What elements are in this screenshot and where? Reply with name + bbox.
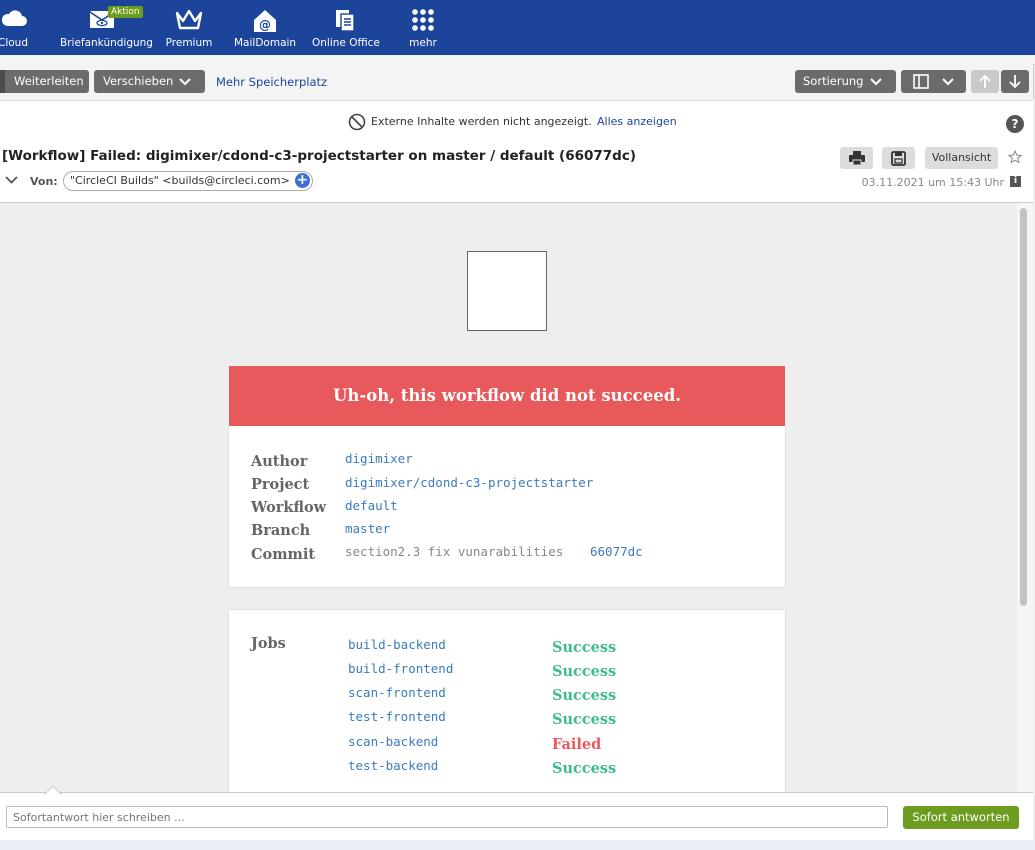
topnav-maildomain[interactable]: @ MailDomain bbox=[234, 0, 296, 55]
save-button[interactable] bbox=[882, 147, 915, 169]
jobs-card: Jobs build-backend Success build-fronten… bbox=[228, 609, 786, 792]
detail-value-project[interactable]: digimixer/cdond-c3-projectstarter bbox=[345, 475, 593, 490]
arrow-up-icon bbox=[979, 74, 991, 97]
topnav-cloud[interactable]: Cloud bbox=[0, 0, 30, 55]
move-button[interactable]: Verschieben bbox=[94, 70, 205, 93]
info-icon[interactable]: i bbox=[1010, 176, 1021, 187]
chevron-down-icon bbox=[869, 74, 883, 97]
detail-label-branch: Branch bbox=[251, 522, 311, 539]
print-button[interactable] bbox=[840, 147, 873, 169]
sort-button[interactable]: Sortierung bbox=[795, 70, 896, 93]
topnav-label-premium: Premium bbox=[165, 37, 213, 49]
previous-mail-button[interactable] bbox=[971, 70, 999, 93]
topnav-label-mehr: mehr bbox=[409, 37, 437, 49]
detail-label-commit: Commit bbox=[251, 546, 316, 563]
quick-reply-send-button[interactable]: Sofort antworten bbox=[903, 806, 1019, 829]
mail-date: 03.11.2021 um 15:43 Uhr bbox=[861, 176, 1004, 189]
external-content-bar: Externe Inhalte werden nicht angezeigt. … bbox=[0, 100, 1033, 143]
grid-dots-icon bbox=[411, 8, 435, 35]
maildomain-house-icon: @ bbox=[252, 8, 278, 37]
bottom-strip bbox=[0, 840, 1035, 850]
commit-message: section2.3 fix vunarabilities bbox=[345, 544, 564, 559]
detail-label-author: Author bbox=[251, 453, 308, 470]
topnav-online-office[interactable]: Online Office bbox=[312, 0, 380, 55]
job-name[interactable]: test-frontend bbox=[348, 709, 446, 724]
quick-reply-bar: Sofort antworten bbox=[0, 785, 1033, 841]
top-navigation-bar: Cloud Aktion Briefankündigung Premium @ … bbox=[0, 0, 1035, 55]
detail-value-author[interactable]: digimixer bbox=[345, 451, 413, 466]
aktion-badge: Aktion bbox=[108, 6, 143, 18]
printer-icon bbox=[849, 151, 865, 168]
external-content-notice: Externe Inhalte werden nicht angezeigt. bbox=[371, 115, 592, 128]
svg-text:@: @ bbox=[259, 18, 271, 32]
failure-banner: Uh-oh, this workflow did not succeed. bbox=[229, 366, 785, 426]
move-button-label: Verschieben bbox=[103, 74, 174, 88]
jobs-label: Jobs bbox=[251, 635, 286, 652]
detail-label-project: Project bbox=[251, 476, 310, 493]
job-status-success: Success bbox=[552, 760, 617, 777]
chevron-down-icon bbox=[941, 74, 955, 97]
topnav-label-briefankuendigung: Briefankündigung bbox=[60, 37, 153, 49]
add-contact-icon[interactable]: + bbox=[294, 173, 310, 188]
topnav-premium[interactable]: Premium bbox=[164, 0, 214, 55]
mail-body: Uh-oh, this workflow did not succeed. Au… bbox=[0, 203, 1017, 792]
reply-pointer-icon bbox=[43, 784, 63, 798]
mail-toolbar: Weiterleiten Verschieben Mehr Speicherpl… bbox=[0, 64, 1034, 99]
forward-button[interactable]: Weiterleiten bbox=[0, 70, 89, 93]
job-name[interactable]: test-backend bbox=[348, 758, 438, 773]
button-edge bbox=[0, 70, 5, 93]
sender-address: "CircleCI Builds" <builds@circleci.com> bbox=[70, 174, 290, 187]
job-name[interactable]: build-frontend bbox=[348, 661, 453, 676]
job-name[interactable]: scan-backend bbox=[348, 734, 438, 749]
topnav-mehr[interactable]: mehr bbox=[400, 0, 446, 55]
more-storage-link[interactable]: Mehr Speicherplatz bbox=[216, 75, 327, 89]
layout-toggle-button[interactable] bbox=[901, 70, 966, 93]
detail-value-branch[interactable]: master bbox=[345, 521, 390, 536]
job-status-success: Success bbox=[552, 663, 617, 680]
topnav-label-maildomain: MailDomain bbox=[234, 37, 297, 49]
sender-chip[interactable]: "CircleCI Builds" <builds@circleci.com> … bbox=[63, 171, 313, 191]
show-all-link[interactable]: Alles anzeigen bbox=[597, 115, 677, 128]
job-status-failed: Failed bbox=[552, 736, 602, 753]
chevron-down-icon bbox=[178, 74, 192, 97]
mail-subject: [Workflow] Failed: digimixer/cdond-c3-pr… bbox=[2, 148, 636, 164]
image-placeholder bbox=[467, 251, 547, 331]
next-mail-button[interactable] bbox=[1001, 70, 1029, 93]
scrollbar-thumb[interactable] bbox=[1020, 208, 1027, 606]
from-label: Von: bbox=[30, 175, 58, 188]
quick-reply-input[interactable] bbox=[6, 806, 888, 828]
blocked-icon bbox=[348, 113, 366, 134]
job-status-success: Success bbox=[552, 639, 617, 656]
floppy-disk-icon bbox=[891, 151, 906, 169]
crown-icon bbox=[175, 8, 203, 35]
job-name[interactable]: build-backend bbox=[348, 637, 446, 652]
commit-hash-link[interactable]: 66077dc bbox=[590, 544, 643, 559]
sort-button-label: Sortierung bbox=[803, 74, 864, 88]
topnav-briefankuendigung[interactable]: Aktion Briefankündigung bbox=[60, 0, 153, 55]
split-view-icon bbox=[913, 74, 929, 97]
documents-icon bbox=[333, 8, 357, 35]
workflow-details-card: Author digimixer Project digimixer/cdond… bbox=[228, 426, 786, 588]
detail-value-workflow[interactable]: default bbox=[345, 498, 398, 513]
arrow-down-icon bbox=[1009, 74, 1021, 97]
cloud-icon bbox=[1, 8, 27, 31]
star-icon[interactable] bbox=[1007, 149, 1023, 167]
job-status-success: Success bbox=[552, 711, 617, 728]
mail-header: [Workflow] Failed: digimixer/cdond-c3-pr… bbox=[0, 142, 1033, 203]
job-status-success: Success bbox=[552, 687, 617, 704]
topnav-label-online-office: Online Office bbox=[312, 37, 380, 49]
forward-button-label: Weiterleiten bbox=[14, 74, 84, 88]
fullview-button[interactable]: Vollansicht bbox=[925, 147, 998, 169]
job-name[interactable]: scan-frontend bbox=[348, 685, 446, 700]
topnav-label-cloud: Cloud bbox=[0, 37, 28, 49]
collapse-chevron-icon[interactable] bbox=[5, 174, 18, 188]
help-icon[interactable]: ? bbox=[1006, 115, 1024, 133]
detail-label-workflow: Workflow bbox=[251, 499, 327, 516]
